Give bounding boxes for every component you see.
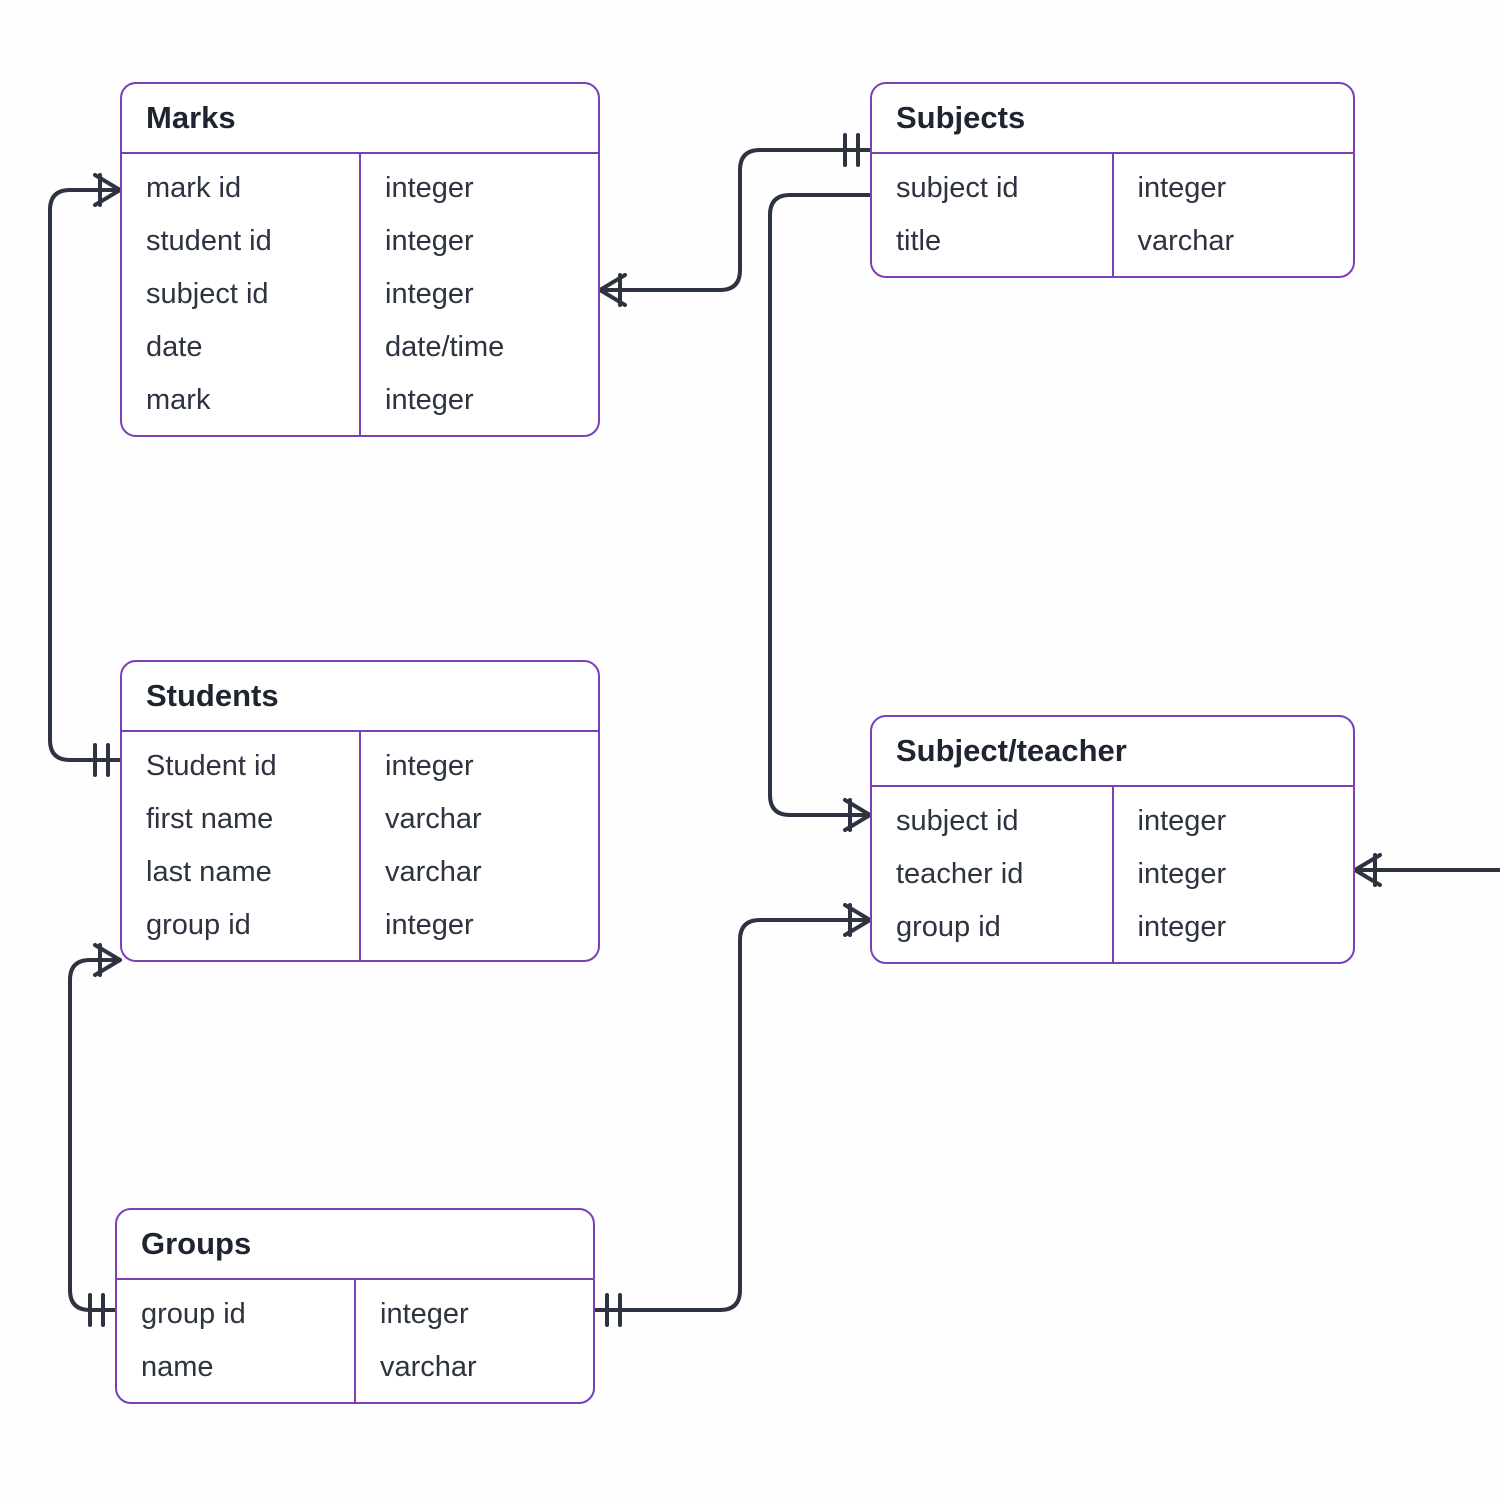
rel-marks-students-crowfoot-marks (95, 175, 120, 205)
field-type: date/time (361, 321, 598, 374)
rel-marks-students (50, 190, 120, 760)
field-name: mark id (122, 154, 359, 215)
field-name: Student id (122, 732, 359, 793)
field-name: group id (122, 899, 359, 960)
er-diagram-canvas: Marks mark id student id subject id date… (0, 0, 1500, 1500)
field-name: subject id (872, 154, 1112, 215)
field-name: group id (872, 901, 1112, 962)
field-type: integer (361, 899, 598, 960)
field-type: varchar (356, 1341, 593, 1402)
entity-groups-title: Groups (117, 1210, 593, 1280)
entity-marks: Marks mark id student id subject id date… (120, 82, 600, 437)
field-type: varchar (1114, 215, 1354, 276)
field-name: name (117, 1341, 354, 1402)
rel-subjteacher-subjects (770, 195, 870, 815)
entity-subjects: Subjects subject id title integer varcha… (870, 82, 1355, 278)
field-type: integer (361, 215, 598, 268)
field-name: last name (122, 846, 359, 899)
field-type: integer (1114, 848, 1354, 901)
rel-subjteacher-groups-crowfoot (845, 905, 870, 935)
rel-marks-subjects (600, 150, 870, 290)
rel-marks-subjects-crowfoot-marks (600, 275, 625, 305)
field-type: integer (1114, 154, 1354, 215)
field-type: integer (361, 374, 598, 435)
field-name: date (122, 321, 359, 374)
rel-subjteacher-groups-one (607, 1295, 620, 1325)
field-type: integer (1114, 787, 1354, 848)
rel-subjteacher-groups (595, 920, 870, 1310)
field-type: integer (361, 732, 598, 793)
field-name: group id (117, 1280, 354, 1341)
entity-subjects-title: Subjects (872, 84, 1353, 154)
rel-marks-subjects-one-subjects (845, 135, 858, 165)
rel-marks-students-one-students (95, 745, 108, 775)
field-name: mark (122, 374, 359, 435)
entity-groups: Groups group id name integer varchar (115, 1208, 595, 1404)
entity-students-title: Students (122, 662, 598, 732)
entity-marks-title: Marks (122, 84, 598, 154)
field-name: teacher id (872, 848, 1112, 901)
field-name: student id (122, 215, 359, 268)
rel-students-groups-crowfoot (95, 945, 120, 975)
field-name: subject id (122, 268, 359, 321)
rel-students-groups (70, 960, 120, 1310)
rel-students-groups-one (90, 1295, 103, 1325)
entity-subject-teacher: Subject/teacher subject id teacher id gr… (870, 715, 1355, 964)
entity-subject-teacher-title: Subject/teacher (872, 717, 1353, 787)
field-type: varchar (361, 793, 598, 846)
field-name: title (872, 215, 1112, 276)
rel-subjteacher-subjects-crowfoot (845, 800, 870, 830)
rel-subjteacher-teachers-crowfoot (1355, 855, 1380, 885)
field-type: integer (356, 1280, 593, 1341)
field-type: integer (1114, 901, 1354, 962)
field-type: integer (361, 268, 598, 321)
entity-students: Students Student id first name last name… (120, 660, 600, 962)
field-type: varchar (361, 846, 598, 899)
field-name: subject id (872, 787, 1112, 848)
field-type: integer (361, 154, 598, 215)
field-name: first name (122, 793, 359, 846)
